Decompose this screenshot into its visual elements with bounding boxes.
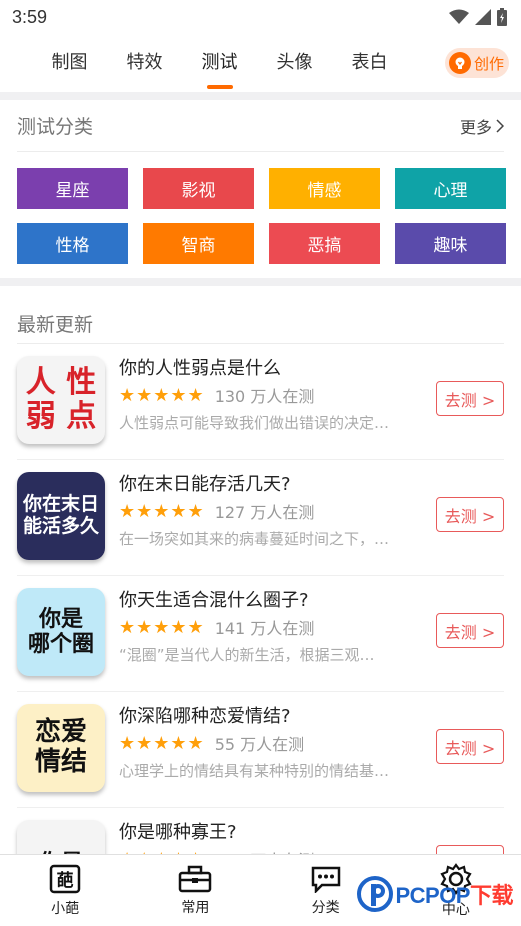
item-meta: ★★★★★ 127 万人在测 [119, 498, 431, 524]
participant-count: 55 万人在测 [214, 735, 305, 754]
wifi-icon [449, 9, 469, 24]
bottom-nav-label: 小葩 [51, 900, 80, 917]
take-test-button[interactable]: 去测 > [436, 729, 504, 764]
item-title: 你深陷哪种恋爱情结? [119, 706, 291, 727]
pcpop-logo-icon [357, 876, 394, 912]
item-description: “混圈”是当代人的新生活，根据三观… [119, 646, 375, 664]
category-button[interactable]: 趣味 [395, 223, 506, 264]
test-thumbnail: 你是 哪个圈 [17, 588, 105, 676]
status-bar: 3:59 [0, 0, 521, 34]
category-button[interactable]: 情感 [269, 168, 380, 209]
latest-title: 最新更新 [17, 314, 94, 336]
participant-count: 127 万人在测 [214, 503, 315, 522]
thumbnail-line: 弱 点 [25, 399, 97, 434]
section-divider [0, 278, 521, 286]
watermark-suffix: 下载 [469, 883, 514, 908]
status-icons [449, 8, 507, 26]
item-body: 你深陷哪种恋爱情结? ★★★★★ 55 万人在测心理学上的情结具有某种特别的情结基… [119, 704, 431, 786]
signal-icon [475, 9, 491, 25]
toolbox-icon [179, 865, 212, 892]
test-thumbnail: 恋爱 情结 [17, 704, 105, 792]
category-button[interactable]: 影视 [143, 168, 254, 209]
participant-count: 130 万人在测 [214, 387, 315, 406]
tab-biaobai[interactable]: 表白 [332, 43, 407, 83]
thumbnail-line: 哪个圈 [27, 632, 94, 657]
nav-tabs: 制图 特效 测试 头像 表白 [0, 43, 407, 83]
item-meta: ★★★★★ 130 万人在测 [119, 382, 431, 408]
test-thumbnail: 人 性弱 点 [17, 356, 105, 444]
category-button[interactable]: 恶搞 [269, 223, 380, 264]
bottom-nav-xiaopa[interactable]: 葩 小葩 [0, 855, 130, 926]
item-meta: ★★★★★ 141 万人在测 [119, 614, 431, 640]
watermark-text: PCPOP下载 [395, 878, 513, 910]
thumbnail-line: 人 性 [25, 364, 97, 400]
item-body: 你天生适合混什么圈子? ★★★★★ 141 万人在测 “混圈”是当代人的新生活，根据三… [119, 588, 431, 670]
battery-icon [497, 8, 507, 26]
category-button[interactable]: 心理 [395, 168, 506, 209]
star-rating: ★★★★★ [119, 616, 205, 638]
latest-section: 最新更新 人 性弱 点你的人性弱点是什么 ★★★★★ 130 万人在测 人性弱点可能导… [0, 286, 521, 924]
chevron-right-icon [496, 118, 504, 133]
item-body: 你的人性弱点是什么 ★★★★★ 130 万人在测人性弱点可能导致我们做出错误的决定… [119, 356, 431, 438]
list-item[interactable]: 你在末日 能活多久 你在末日能存活几天? ★★★★★ 127 万人在测在一场突如其来的病… [17, 460, 504, 576]
item-meta: ★★★★★ 55 万人在测 [119, 730, 431, 756]
latest-header: 最新更新 [17, 286, 504, 344]
item-title: 你在末日能存活几天? [119, 474, 291, 495]
pcpop-watermark: PCPOP下载 [357, 876, 514, 912]
category-button[interactable]: 性格 [17, 223, 128, 264]
bottom-nav-changyong[interactable]: 常用 [130, 855, 260, 926]
category-title: 测试分类 [17, 116, 94, 138]
status-time: 3:59 [12, 6, 48, 27]
latest-list: 人 性弱 点你的人性弱点是什么 ★★★★★ 130 万人在测 人性弱点可能导致我们做出… [17, 344, 504, 924]
thumbnail-line: 恋爱 [34, 717, 87, 748]
category-button[interactable]: 智商 [143, 223, 254, 264]
top-nav: 制图 特效 测试 头像 表白 创作 [0, 34, 521, 92]
item-description: 在一场突如其来的病毒蔓延时间之下，… [119, 530, 390, 548]
bulb-icon [449, 52, 471, 74]
list-item[interactable]: 恋爱 情结 你深陷哪种恋爱情结? ★★★★★ 55 万人在测 心理学上的情结具有某种特别的… [17, 692, 504, 808]
create-label: 创作 [474, 54, 505, 73]
list-item[interactable]: 你是 哪个圈 你天生适合混什么圈子? ★★★★★ 141 万人在测 “混圈”是当代人的新生… [17, 576, 504, 692]
take-test-button[interactable]: 去测 > [436, 497, 504, 532]
bottom-nav-label: 常用 [181, 899, 210, 916]
svg-text:葩: 葩 [57, 871, 74, 891]
category-section: 测试分类 更多 星座 影视 情感 心理性格 智商 恶搞 趣味 [0, 100, 521, 278]
category-header: 测试分类 更多 [17, 100, 504, 152]
item-description: 心理学上的情结具有某种特别的情结基… [119, 762, 390, 780]
list-item[interactable]: 人 性弱 点你的人性弱点是什么 ★★★★★ 130 万人在测 人性弱点可能导致我们做出… [17, 344, 504, 460]
section-divider [0, 92, 521, 100]
thumbnail-line: 你在末日 [22, 493, 99, 516]
take-test-button[interactable]: 去测 > [436, 613, 504, 648]
take-test-button[interactable]: 去测 > [436, 381, 504, 416]
more-label: 更多 [459, 117, 492, 137]
item-title: 你天生适合混什么圈子? [119, 590, 309, 611]
bottom-nav-label: 分类 [311, 899, 340, 916]
tab-ceshi[interactable]: 测试 [182, 43, 257, 83]
item-title: 你是哪种寡王? [119, 822, 237, 843]
item-title: 你的人性弱点是什么 [119, 358, 281, 379]
more-link[interactable]: 更多 [460, 114, 504, 138]
create-button[interactable]: 创作 [445, 48, 509, 78]
category-button[interactable]: 星座 [17, 168, 128, 209]
star-rating: ★★★★★ [119, 384, 205, 406]
item-body: 你在末日能存活几天? ★★★★★ 127 万人在测在一场突如其来的病毒蔓延时间之下，… [119, 472, 431, 554]
thumbnail-line: 你是 [38, 606, 83, 632]
item-description: 人性弱点可能导致我们做出错误的决定… [119, 414, 390, 432]
star-rating: ★★★★★ [119, 500, 205, 522]
watermark-brand: PCPOP [395, 883, 470, 908]
pa-icon: 葩 [49, 864, 81, 893]
test-thumbnail: 你在末日 能活多久 [17, 472, 105, 560]
thumbnail-line: 能活多久 [22, 515, 99, 537]
bottom-nav: 葩 小葩 常用 分类 中心 PCPOP下载 [0, 854, 521, 926]
chat-icon [311, 866, 340, 893]
star-rating: ★★★★★ [119, 732, 205, 754]
participant-count: 141 万人在测 [214, 619, 315, 638]
category-grid: 星座 影视 情感 心理性格 智商 恶搞 趣味 [17, 152, 506, 278]
tab-texiao[interactable]: 特效 [107, 43, 182, 83]
tab-touxiang[interactable]: 头像 [257, 43, 332, 83]
tab-zhitu[interactable]: 制图 [32, 43, 107, 83]
thumbnail-line: 情结 [34, 747, 87, 777]
